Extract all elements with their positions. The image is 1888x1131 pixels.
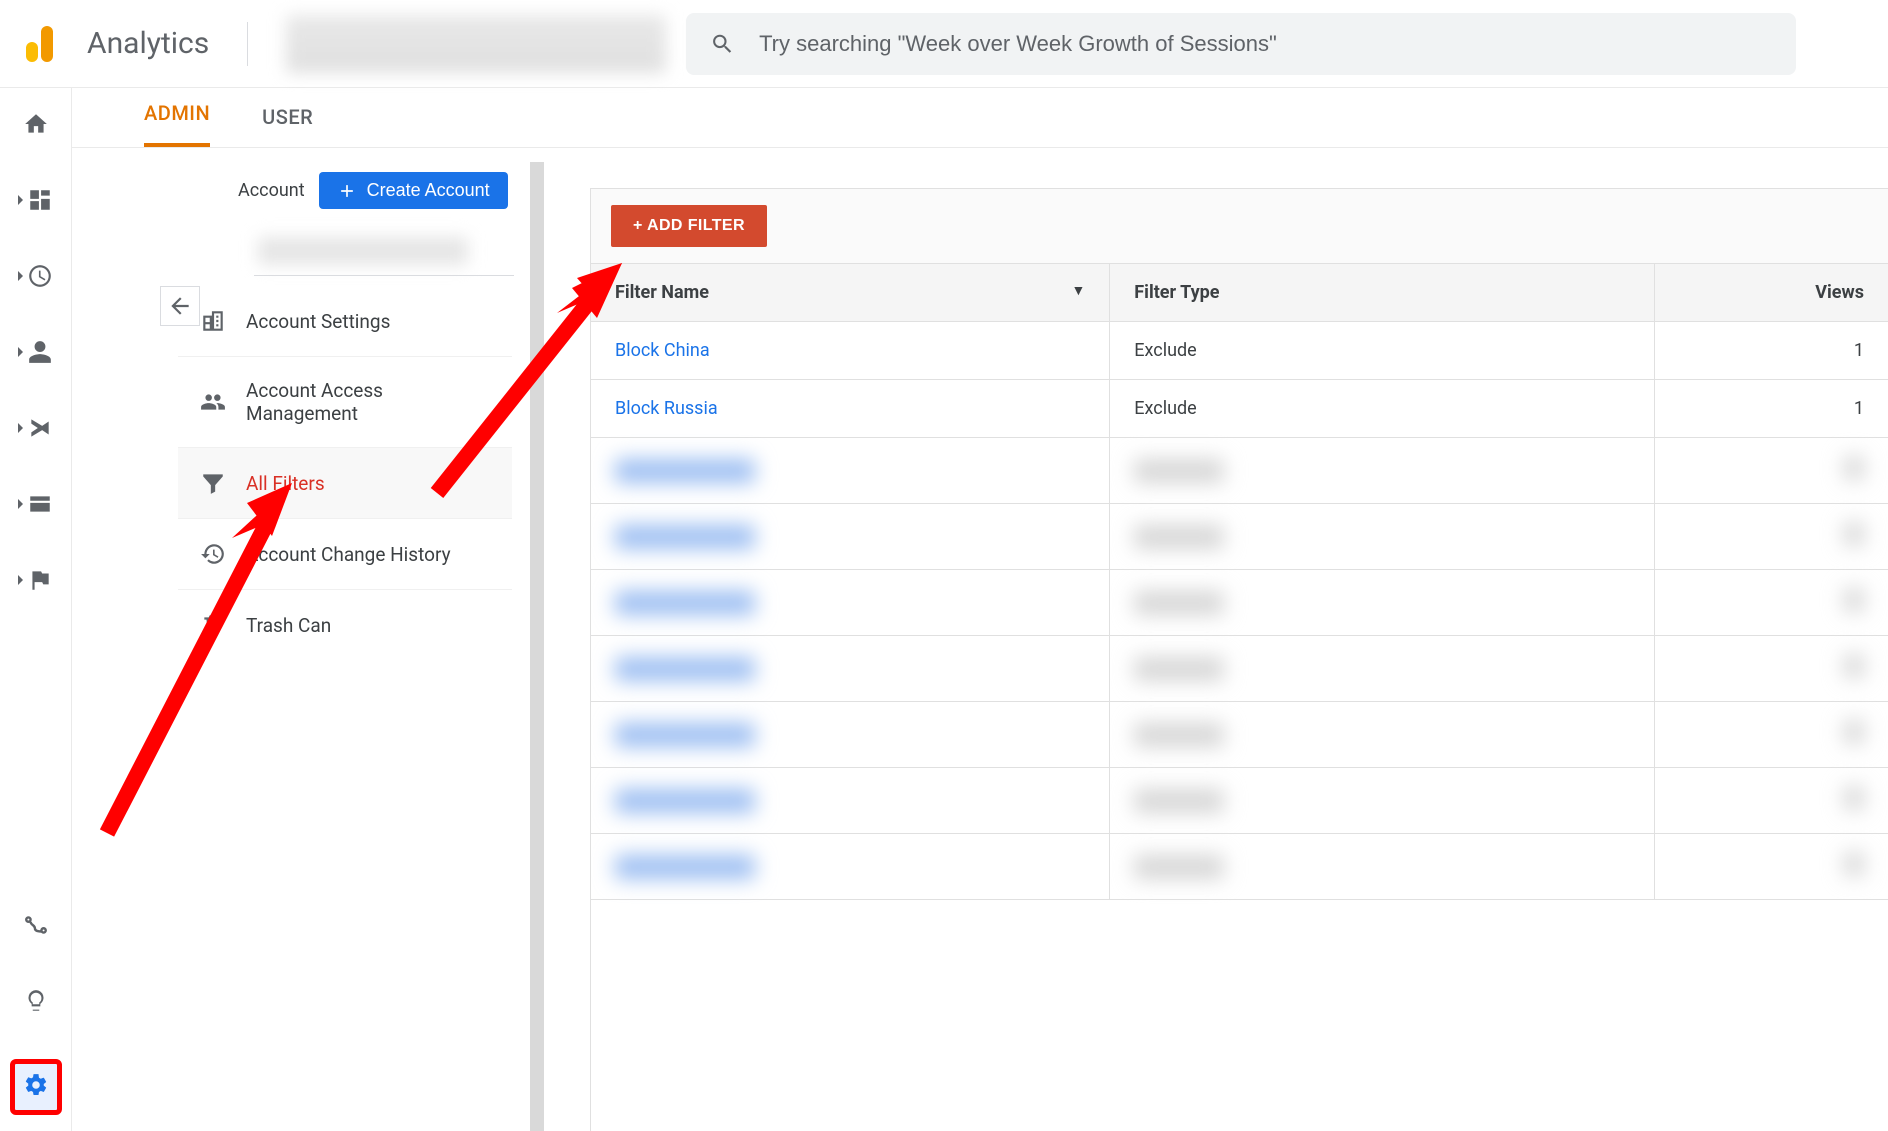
nav-change-history-label: Account Change History <box>246 543 451 566</box>
table-row-blurred <box>591 570 1888 636</box>
admin-tabs: ADMIN USER <box>72 88 1888 148</box>
nav-change-history[interactable]: Account Change History <box>178 519 512 590</box>
account-divider <box>254 275 514 276</box>
nav-audience[interactable] <box>14 334 58 370</box>
account-label: Account <box>238 180 305 201</box>
nav-conversions[interactable] <box>14 562 58 598</box>
tab-admin[interactable]: ADMIN <box>144 83 210 147</box>
trash-icon <box>200 612 226 638</box>
filter-name-link[interactable]: Block Russia <box>615 398 718 419</box>
search-input[interactable] <box>759 31 1772 57</box>
property-selector-blurred[interactable] <box>286 15 666 73</box>
left-nav-rail <box>0 88 72 1131</box>
nav-acquisition[interactable] <box>14 410 58 446</box>
table-row[interactable]: Block China Exclude 1 <box>591 322 1888 380</box>
search-bar[interactable] <box>686 13 1796 75</box>
table-row-blurred <box>591 702 1888 768</box>
table-row-blurred <box>591 768 1888 834</box>
nav-all-filters-label: All Filters <box>246 472 325 495</box>
filter-views-cell: 1 <box>1655 380 1888 438</box>
add-filter-button[interactable]: + ADD FILTER <box>611 205 767 247</box>
filters-toolbar: + ADD FILTER <box>591 189 1888 264</box>
header-divider <box>247 22 248 66</box>
nav-account-settings[interactable]: Account Settings <box>178 286 512 357</box>
nav-account-access[interactable]: Account Access Management <box>178 357 512 448</box>
create-account-button[interactable]: Create Account <box>319 172 508 209</box>
filters-table: Filter Name ▼ Filter Type Views Block Ch… <box>591 264 1888 900</box>
col-filter-type[interactable]: Filter Type <box>1110 264 1655 322</box>
path-icon <box>23 912 49 938</box>
behavior-icon <box>27 491 53 517</box>
nav-attribution[interactable] <box>14 907 58 943</box>
people-icon <box>200 389 226 415</box>
table-row-blurred <box>591 438 1888 504</box>
create-account-label: Create Account <box>367 180 490 201</box>
nav-discover[interactable] <box>14 983 58 1019</box>
account-nav-list: Account Settings Account Access Manageme… <box>178 286 512 660</box>
flag-icon <box>27 567 53 593</box>
filter-views-cell: 1 <box>1655 322 1888 380</box>
gear-icon <box>23 1072 49 1098</box>
table-row-blurred <box>591 834 1888 900</box>
account-column: Account Create Account Account Settings <box>114 162 544 1131</box>
plus-icon <box>337 181 357 201</box>
arrow-left-icon <box>167 293 193 319</box>
nav-behavior[interactable] <box>14 486 58 522</box>
nav-all-filters[interactable]: All Filters <box>178 448 512 519</box>
account-name-blurred[interactable] <box>258 237 468 265</box>
col-views[interactable]: Views <box>1655 264 1888 322</box>
filters-panel: + ADD FILTER Filter Name ▼ Filter Type V… <box>590 188 1888 1131</box>
table-row-blurred <box>591 504 1888 570</box>
analytics-logo <box>20 26 53 62</box>
home-icon <box>23 111 49 137</box>
nav-account-access-label: Account Access Management <box>246 379 496 425</box>
person-icon <box>27 339 53 365</box>
search-icon <box>710 31 735 57</box>
nav-realtime[interactable] <box>14 258 58 294</box>
nav-customization[interactable] <box>14 182 58 218</box>
col-filter-name[interactable]: Filter Name ▼ <box>591 264 1110 322</box>
sort-down-icon: ▼ <box>1071 282 1085 299</box>
table-row-blurred <box>591 636 1888 702</box>
back-button[interactable] <box>160 286 200 326</box>
filter-type-cell: Exclude <box>1110 380 1655 438</box>
tab-user[interactable]: USER <box>262 87 313 147</box>
history-icon <box>200 541 226 567</box>
table-row[interactable]: Block Russia Exclude 1 <box>591 380 1888 438</box>
lightbulb-icon <box>23 988 49 1014</box>
app-header: Analytics <box>0 0 1888 88</box>
nav-admin-highlighted[interactable] <box>10 1059 62 1115</box>
acquisition-icon <box>27 415 53 441</box>
admin-body: Account Create Account Account Settings <box>72 148 1888 1131</box>
funnel-icon <box>200 470 226 496</box>
nav-home[interactable] <box>14 106 58 142</box>
content-area: ADMIN USER Account Create Account <box>72 88 1888 1131</box>
dashboard-icon <box>27 187 53 213</box>
filter-name-link[interactable]: Block China <box>615 340 710 361</box>
nav-trash-can-label: Trash Can <box>246 614 331 637</box>
product-name: Analytics <box>87 26 209 61</box>
nav-account-settings-label: Account Settings <box>246 310 390 333</box>
clock-icon <box>27 263 53 289</box>
nav-trash-can[interactable]: Trash Can <box>178 590 512 660</box>
filter-type-cell: Exclude <box>1110 322 1655 380</box>
building-icon <box>200 308 226 334</box>
